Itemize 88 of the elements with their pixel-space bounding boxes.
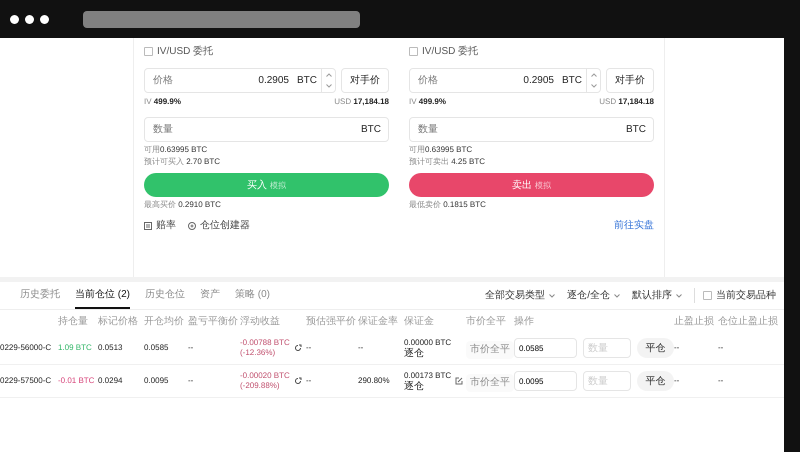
chevron-up-icon[interactable] [326, 72, 332, 77]
sell-button[interactable]: 卖出 模拟 [409, 173, 654, 197]
table-cell-text: -- [358, 342, 364, 354]
chevron-down-icon [549, 294, 556, 298]
price-field[interactable]: 价格 0.2905 BTC [144, 68, 336, 93]
close-price-input[interactable]: 0.0095 [514, 371, 577, 391]
table-cell-text: -- [718, 375, 724, 387]
iv-reading: IV 499.9% [409, 96, 446, 108]
margin-text: 0.00000 BTC 逐仓 [404, 337, 452, 359]
column-header: 保证金率 [358, 314, 399, 328]
table-icon [144, 222, 152, 230]
chevron-down-icon[interactable] [326, 84, 332, 88]
table-cell-text: 0.0095 [144, 375, 170, 387]
checkbox-label: IV/USD 委托 [422, 44, 478, 58]
price-unit: BTC [562, 74, 582, 88]
price-label: 价格 [153, 74, 174, 88]
checkbox[interactable] [144, 46, 153, 56]
counter-price-button[interactable]: 对手价 [606, 68, 654, 93]
close-price-input[interactable]: 0.0585 [514, 338, 577, 358]
column-header: 市价全平 [466, 314, 507, 328]
counter-price-button[interactable]: 对手价 [341, 68, 389, 93]
link[interactable]: 仓位创建器 [200, 218, 250, 233]
link[interactable]: 前往实盘 [614, 218, 654, 233]
column-header: 操作 [514, 314, 535, 328]
price-value: 0.2905 [258, 74, 289, 88]
pnl-text: -0.00020 BTC (-209.88%) [240, 371, 290, 391]
checkbox[interactable] [703, 291, 712, 300]
plus-circle-icon [188, 222, 196, 230]
tab[interactable]: 历史仓位 [145, 282, 185, 309]
price-value: 0.2905 [523, 74, 554, 88]
table-cell-text: 0.0585 [144, 342, 170, 354]
close-position-button[interactable]: 平仓 [637, 371, 674, 391]
pnl-text: -0.00788 BTC (-12.36%) [240, 338, 290, 358]
table-cell-text: -- [674, 375, 680, 387]
tab[interactable]: 资产 [200, 282, 220, 309]
table-cell-text: -- [306, 375, 312, 387]
best-price-text: 最低卖价 0.1815 BTC [409, 199, 487, 211]
link[interactable]: 赔率 [156, 218, 176, 233]
table-cell-text: -- [674, 342, 680, 354]
price-field[interactable]: 价格 0.2905 BTC [409, 68, 601, 93]
estimate-text: 预计可卖出 4.25 BTC [409, 156, 486, 168]
table-cell-text: 0.0513 [98, 342, 124, 354]
column-header: 浮动收益 [240, 314, 281, 328]
column-header: 持仓量 [58, 314, 89, 328]
estimate-text: 预计可买入 2.70 BTC [144, 156, 222, 168]
table-cell-text: -- [306, 342, 312, 354]
price-label: 价格 [418, 74, 439, 88]
column-header: 保证金 [404, 314, 435, 328]
chevron-down-icon [614, 294, 620, 298]
edit-icon[interactable] [455, 377, 464, 385]
column-header: 仓位止盈止损 [718, 314, 779, 328]
margin-text: 0.00173 BTC 逐仓 [404, 370, 452, 392]
usd-reading: USD 17,184.18 [599, 96, 654, 108]
tab[interactable]: 当前仓位 (2) [75, 282, 130, 309]
available-text: 可用0.63995 BTC [144, 144, 208, 156]
iv-reading: IV 499.9% [144, 96, 181, 108]
best-price-text: 最高买价 0.2910 BTC [144, 199, 222, 211]
filter-dropdown[interactable]: 默认排序 [632, 288, 682, 303]
available-text: 可用0.63995 BTC [409, 144, 474, 156]
table-cell-text: 290.80% [358, 375, 391, 387]
position-size: 1.09 BTC [58, 342, 93, 354]
chevron-down-icon [676, 294, 682, 298]
column-header: 止盈止损 [674, 314, 715, 328]
checkbox-label: 当前交易品种 [716, 288, 776, 303]
table-cell-text: -- [718, 342, 724, 354]
checkbox[interactable] [409, 46, 418, 56]
quantity-unit: BTC [626, 123, 646, 137]
symbol-cell-text: 0229-57500-C [0, 375, 52, 387]
filter-dropdown[interactable]: 全部交易类型 [485, 288, 556, 303]
close-position-button[interactable]: 平仓 [637, 338, 674, 358]
table-cell-text: 0.0294 [98, 375, 124, 387]
column-header: 开仓均价 [144, 314, 185, 328]
chevron-up-icon[interactable] [590, 72, 596, 77]
price-unit: BTC [297, 74, 317, 88]
tab[interactable]: 历史委托 [20, 282, 60, 309]
column-header: 预估强平价 [306, 314, 357, 328]
column-header: 标记价格 [98, 314, 139, 328]
tab[interactable]: 策略 (0) [235, 282, 270, 309]
symbol-cell-text: 0229-56000-C [0, 342, 52, 354]
usd-reading: USD 17,184.18 [334, 96, 389, 108]
chevron-down-icon[interactable] [590, 84, 596, 88]
table-cell-text: -- [188, 375, 194, 387]
checkbox-label: IV/USD 委托 [157, 44, 214, 58]
filter-dropdown[interactable]: 逐仓/全仓 [567, 288, 620, 303]
column-header: 盈亏平衡价 [188, 314, 239, 328]
quantity-unit: BTC [361, 123, 381, 137]
position-size: -0.01 BTC [58, 375, 96, 387]
table-cell-text: -- [188, 342, 194, 354]
